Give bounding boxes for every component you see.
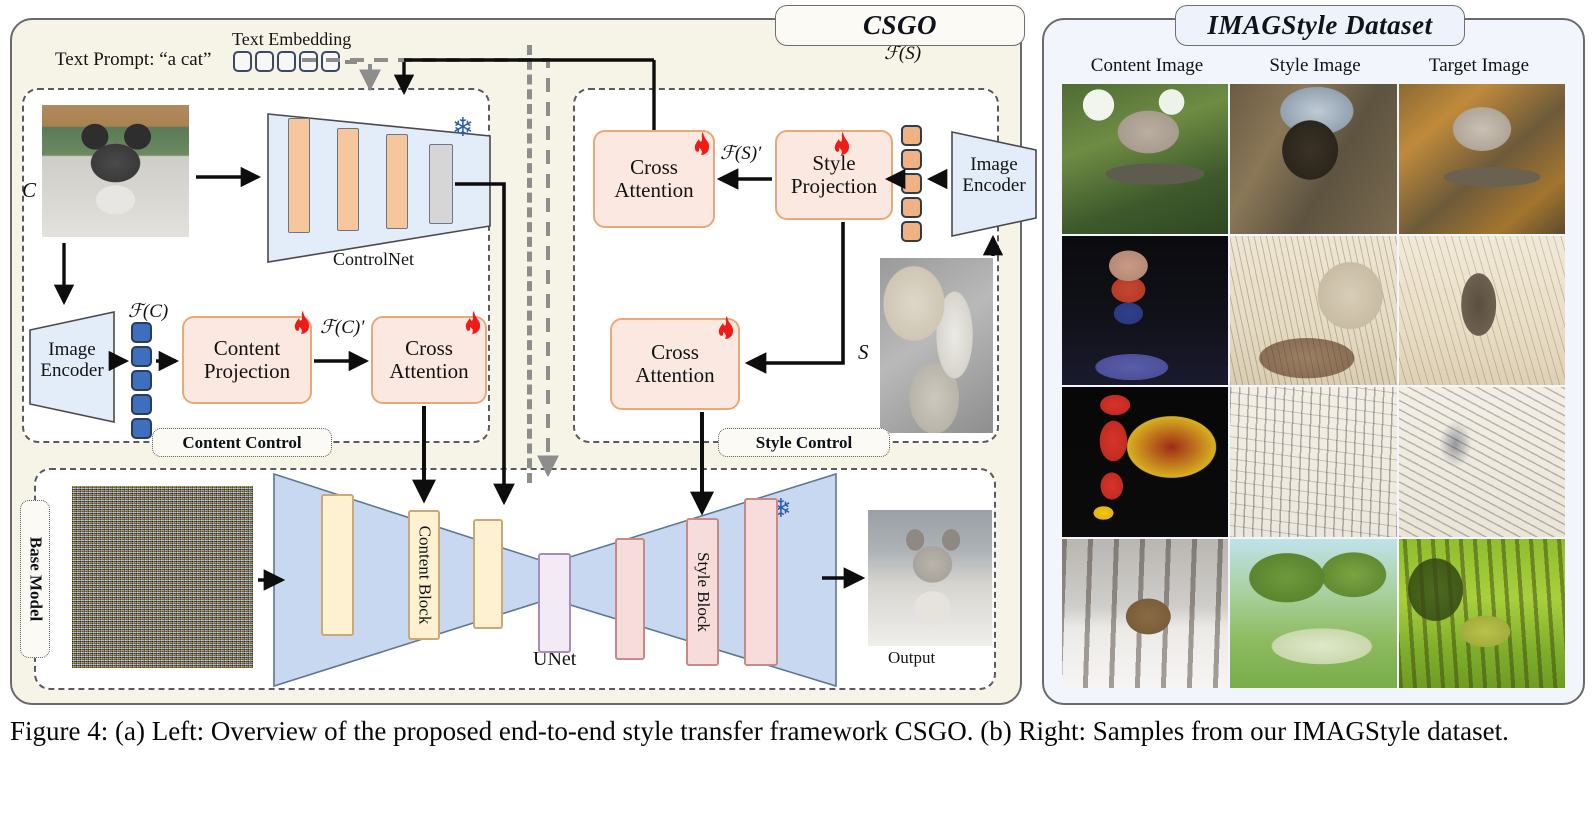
style-cross-attention-top-label: Cross Attention [614,155,694,202]
dataset-cell-target-2 [1398,235,1565,385]
control-divider [527,45,532,483]
output-label: Output [888,648,936,667]
column-header-target: Target Image [1428,55,1530,76]
content-projection-label: Content Projection [203,336,291,383]
style-input-image [880,258,993,433]
dataset-cell-target-1 [1398,84,1565,234]
controlnet-bar-frozen [429,144,453,224]
content-token [131,394,152,415]
dataset-cell-style-1 [1230,84,1397,234]
content-symbol-c: C [22,178,37,202]
style-image-encoder-label: Image Encoder [962,154,1026,196]
base-model-label-text: Base Model [26,536,45,622]
text-prompt-label: Text Prompt: “a cat” [55,49,212,70]
dataset-cell-content-1 [1062,84,1229,234]
controlnet-label: ControlNet [333,249,414,269]
snowflake-icon: ❄ [452,113,474,142]
embedding-token [277,51,296,72]
dataset-cell-style-2 [1230,235,1397,385]
style-token [901,197,922,218]
style-symbol-s: S [858,340,869,364]
dataset-sample-grid [1062,84,1565,688]
unet-block [473,519,503,629]
unet-block [615,538,645,660]
controlnet-bar [288,118,310,233]
content-feature-prime-label: ℱ(C)′ [320,317,365,338]
embedding-token [233,51,252,72]
content-token [131,346,152,367]
output-image [868,510,992,646]
style-feature-prime-label: ℱ(S)′ [720,143,762,164]
embedding-token [255,51,274,72]
column-header-content: Content Image [1090,55,1204,76]
dataset-column-headers: Content Image Style Image Target Image [1042,55,1585,81]
style-token-stack [901,125,922,242]
content-cross-attention-label: Cross Attention [389,336,469,383]
style-block-label: Style Block [693,552,713,632]
content-cross-attention-module[interactable]: Cross Attention [371,316,487,404]
csgo-panel-title: CSGO [775,5,1025,46]
embedding-token [299,51,318,72]
noise-latent-image [72,486,253,668]
content-token-stack [131,322,152,439]
text-embedding-tokens [233,51,340,72]
unet-block [321,494,354,636]
style-cross-attention-bottom-label: Cross Attention [635,340,715,387]
style-cross-attention-top-module[interactable]: Cross Attention [593,130,715,228]
dataset-cell-style-3 [1230,387,1397,537]
style-cross-attention-bottom-module[interactable]: Cross Attention [610,318,740,410]
style-token [901,173,922,194]
dataset-cell-content-2 [1062,235,1229,385]
style-projection-module[interactable]: Style Projection [775,130,893,220]
content-token [131,322,152,343]
embedding-token [321,51,340,72]
content-projection-module[interactable]: Content Projection [182,316,312,404]
dataset-cell-style-4 [1230,538,1397,688]
content-input-image [42,105,189,237]
dataset-cell-target-4 [1398,538,1565,688]
unet-bottleneck-block [538,553,571,653]
column-header-style: Style Image [1269,55,1361,76]
style-projection-label: Style Projection [790,151,878,198]
content-control-label: Content Control [152,428,332,457]
figure-caption: Figure 4: (a) Left: Overview of the prop… [10,716,1509,746]
dataset-cell-content-3 [1062,387,1229,537]
unet-style-block: Style Block [686,518,719,666]
dataset-panel-title: IMAGStyle Dataset [1175,5,1465,46]
embedding-connector [345,60,357,64]
controlnet-bar [386,134,408,229]
dataset-cell-content-4 [1062,538,1229,688]
style-token [901,125,922,146]
unet-content-block: Content Block [408,510,440,640]
content-feature-label: ℱ(C) [128,301,169,322]
content-token [131,370,152,391]
dataset-cell-target-3 [1398,387,1565,537]
content-image-encoder-label: Image Encoder [40,339,104,381]
style-token [901,221,922,242]
controlnet-bar [337,128,359,231]
unet-block [744,498,778,666]
content-token [131,418,152,439]
content-block-label: Content Block [415,525,435,625]
style-token [901,149,922,170]
base-model-label: Base Model [20,500,50,658]
text-embedding-label: Text Embedding [232,29,352,49]
style-control-label: Style Control [718,428,890,457]
